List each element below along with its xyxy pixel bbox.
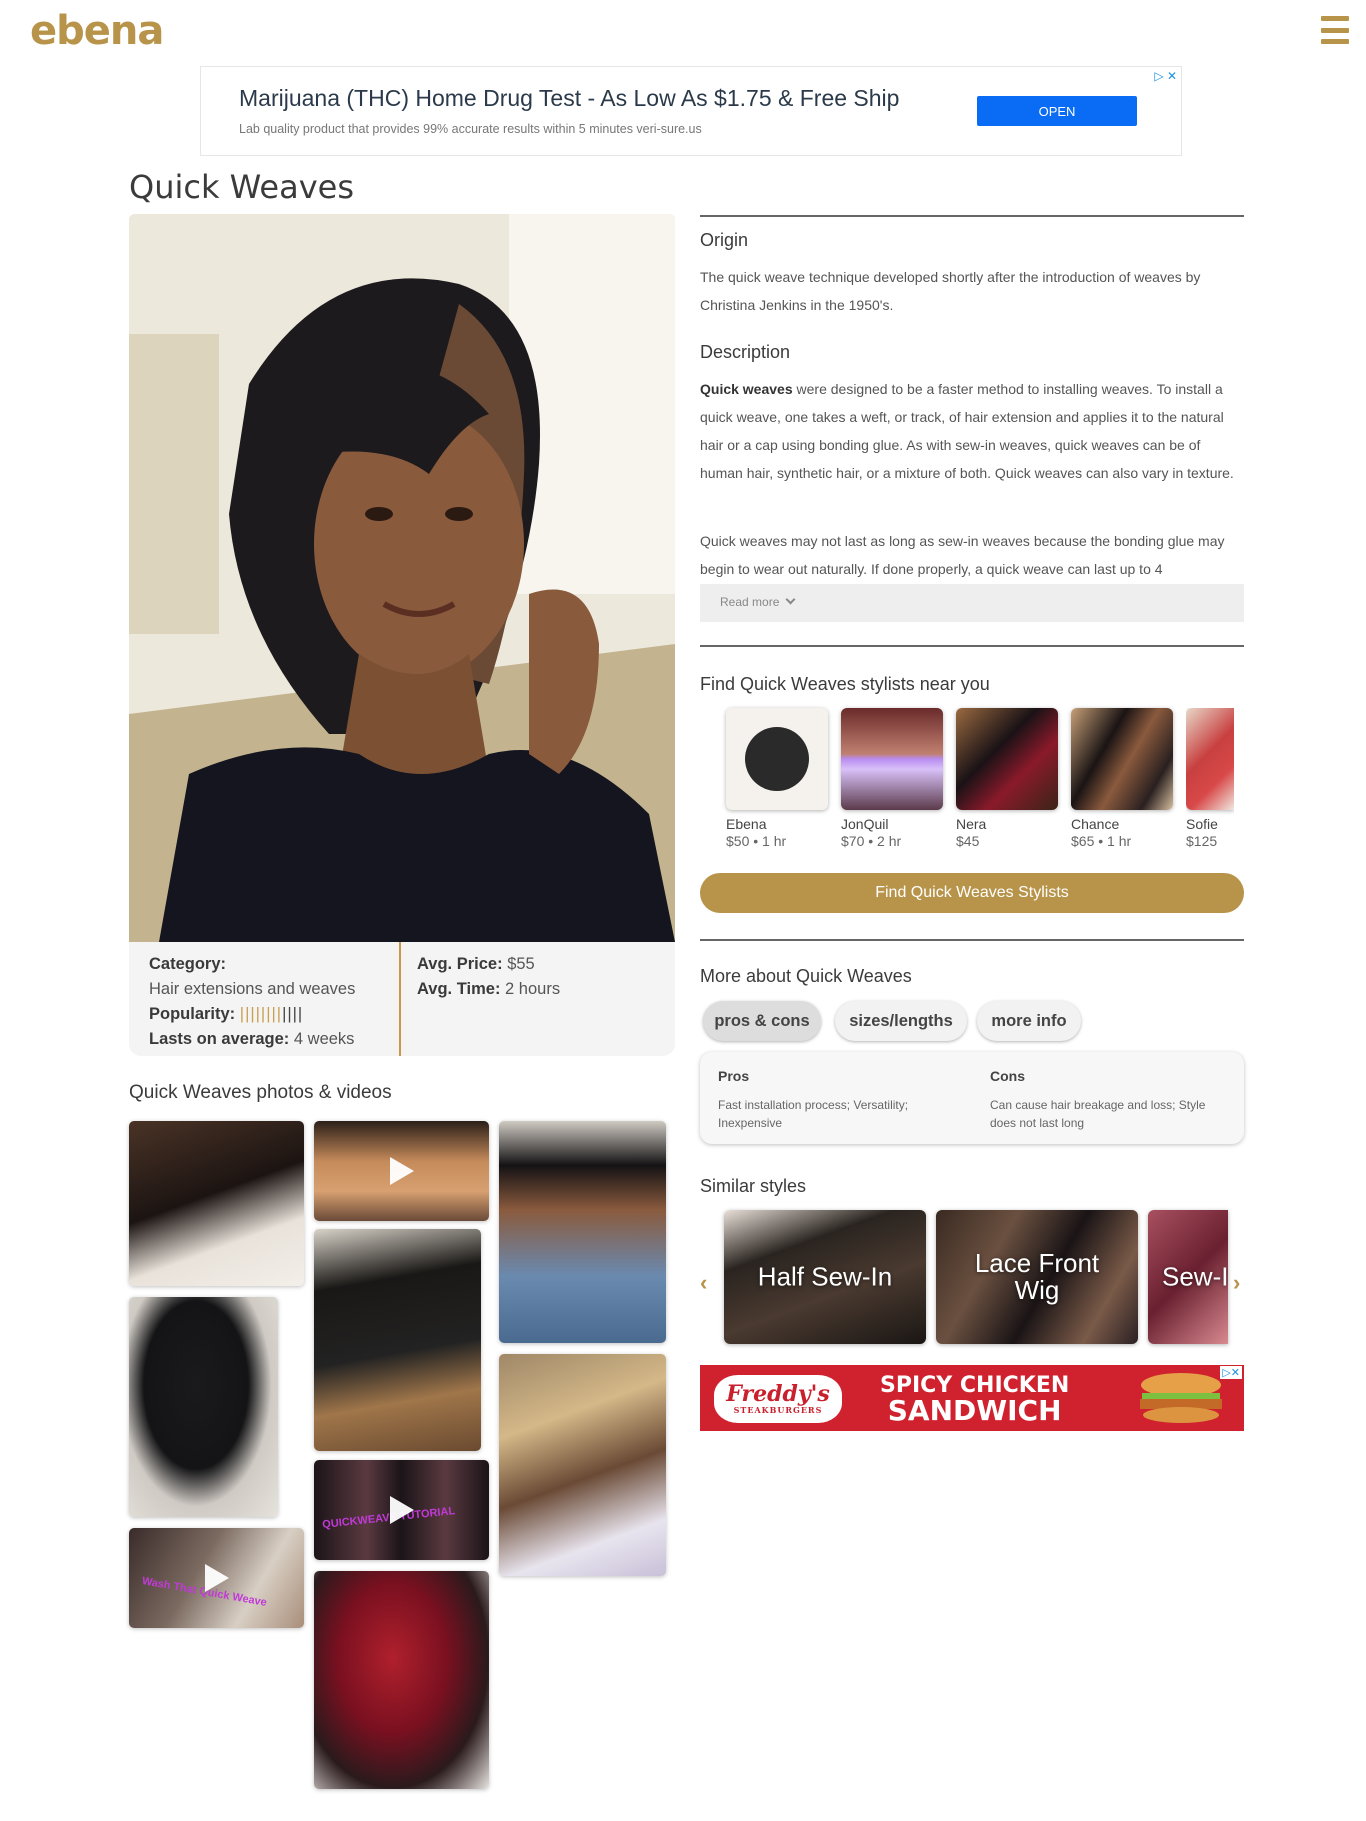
find-stylists-button[interactable]: Find Quick Weaves Stylists [700,873,1244,913]
ad-brand-sub: STEAKBURGERS [733,1405,823,1415]
avg-price-value: $55 [507,955,535,973]
play-icon[interactable] [204,1564,229,1592]
category-value: Hair extensions and weaves [149,980,356,998]
avg-price-label: Avg. Price: [417,955,503,973]
stylist-name[interactable]: Sofie [1186,816,1234,832]
avg-time-value: 2 hours [505,980,561,998]
similar-style-label[interactable]: Sew-I [1162,1263,1228,1291]
pros-cons-panel: Pros Fast installation process; Versatil… [700,1052,1244,1144]
hero-image [129,214,675,942]
tab-pros-cons[interactable]: pros & cons [703,1001,821,1041]
stylist-avatar[interactable] [726,708,828,810]
origin-text: The quick weave technique developed shor… [700,269,1201,313]
description-paragraph-1: Quick weaves were designed to be a faste… [700,375,1244,487]
gallery-photo[interactable] [129,1297,278,1517]
stylist-avatar[interactable] [1186,708,1234,810]
read-more-button[interactable]: Read more [700,584,1244,622]
lasts-label: Lasts on average: [149,1030,290,1048]
stylist-card[interactable]: Nera $45 [956,708,1060,849]
cons-text: Can cause hair breakage and loss; Style … [990,1098,1206,1130]
play-icon[interactable] [389,1496,414,1524]
top-advertisement[interactable]: Marijuana (THC) Home Drug Test - As Low … [200,66,1182,156]
stylist-avatar[interactable] [841,708,943,810]
stylist-price-time: $45 [956,833,980,849]
ad-brand-name: Freddy's [726,1381,830,1407]
stylist-name[interactable]: JonQuil [841,816,945,832]
sandwich-image [1136,1371,1226,1427]
read-more-label[interactable]: Read more [720,595,779,609]
gallery-photo[interactable] [499,1121,666,1343]
stylist-price-time: $65 • 1 hr [1071,833,1132,849]
style-info-box: Category: Hair extensions and weaves Pop… [129,942,675,1056]
description-paragraph-2: Quick weaves may not last as long as sew… [700,533,1225,577]
page-title: Quick Weaves [129,168,355,206]
stylist-card[interactable]: JonQuil $70 • 2 hr [841,708,945,849]
similar-style-card[interactable]: Sew-I [1148,1210,1228,1344]
stylist-price-time: $125 [1186,833,1218,849]
stylist-card[interactable]: Sofie $125 [1186,708,1234,849]
stylist-card[interactable]: Chance $65 • 1 hr [1071,708,1175,849]
pros-label: Pros [718,1068,750,1084]
stylist-name[interactable]: Ebena [726,816,830,832]
ad-brand-logo[interactable]: Freddy's STEAKBURGERS [714,1375,842,1423]
category-label: Category: [149,955,227,973]
ad-open-button[interactable]: OPEN [977,96,1137,126]
similar-styles-heading: Similar styles [700,1176,807,1196]
ad-choices-icon[interactable]: ▷✕ [1220,1366,1242,1379]
gallery-photo[interactable] [129,1121,304,1286]
photos-section-title: Quick Weaves photos & videos [129,1082,392,1103]
ad-choices-icon[interactable]: ▷ ✕ [1154,69,1177,83]
tab-more-info[interactable]: more info [977,1001,1081,1041]
similar-style-card[interactable]: Half Sew-In [724,1210,926,1344]
stylist-card[interactable]: Ebena $50 • 1 hr [726,708,830,849]
chevron-left-icon[interactable]: ‹ [700,1270,707,1296]
stylist-price-time: $70 • 2 hr [841,833,902,849]
divider [700,215,1244,217]
popularity-label: Popularity: [149,1005,236,1023]
more-about-heading: More about Quick Weaves [700,966,912,986]
gallery-photo[interactable] [499,1354,666,1576]
stylist-avatar[interactable] [956,708,1058,810]
gallery-photo[interactable] [314,1571,489,1789]
similar-style-label[interactable]: Half Sew-In [724,1263,926,1291]
popularity-meter: |||||||||||| [240,1005,303,1023]
gallery-video[interactable] [314,1121,489,1221]
play-icon[interactable] [389,1157,414,1185]
hamburger-menu-icon[interactable] [1321,16,1349,44]
gallery-video[interactable]: QUICKWEAVE TUTORIAL [314,1460,489,1560]
similar-style-label[interactable]: Lace Front Wig [936,1250,1138,1304]
similar-style-card[interactable]: Lace Front Wig [936,1210,1138,1344]
gallery-photo[interactable] [314,1229,481,1451]
tab-sizes-lengths[interactable]: sizes/lengths [835,1001,967,1041]
lasts-value: 4 weeks [293,1030,355,1048]
bottom-advertisement[interactable]: Freddy's STEAKBURGERS SPICY CHICKEN SAND… [700,1365,1244,1431]
avg-time-label: Avg. Time: [417,980,501,998]
info-right-column: Avg. Price: $55 Avg. Time: 2 hours [401,942,576,1056]
divider [700,939,1244,941]
stylist-name[interactable]: Nera [956,816,1060,832]
ad-headline[interactable]: SPICY CHICKEN SANDWICH [880,1373,1069,1427]
ad-headline-line-2: SANDWICH [887,1394,1062,1427]
stylist-name[interactable]: Chance [1071,816,1175,832]
origin-heading: Origin [700,230,749,250]
info-left-column: Category: Hair extensions and weaves Pop… [129,942,401,1056]
divider [700,645,1244,647]
pros-text: Fast installation process; Versatility; … [718,1098,909,1130]
description-bold-lead: Quick weaves [700,381,793,397]
stylist-price-time: $50 • 1 hr [726,833,787,849]
chevron-down-icon[interactable] [785,594,796,605]
popularity-bars-filled: |||||||| [239,1005,283,1023]
chevron-right-icon[interactable]: › [1233,1270,1240,1296]
popularity-bars-empty: |||| [282,1005,304,1023]
ebena-logo[interactable]: ebena [30,8,164,54]
description-heading: Description [700,342,791,362]
stylist-avatar[interactable] [1071,708,1173,810]
cons-label: Cons [990,1068,1025,1084]
gallery-video[interactable]: Wash That Quick Weave [129,1528,304,1628]
stylists-heading: Find Quick Weaves stylists near you [700,674,990,694]
ad-subtitle: Lab quality product that provides 99% ac… [239,122,702,136]
ad-title[interactable]: Marijuana (THC) Home Drug Test - As Low … [239,85,899,112]
